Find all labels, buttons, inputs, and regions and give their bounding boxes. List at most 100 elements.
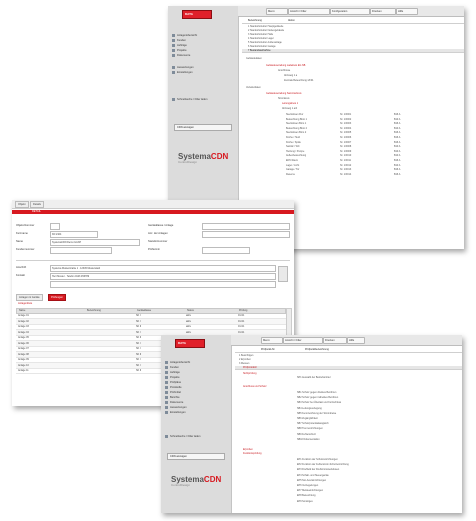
circuit-name[interactable]: Küche / Spüle xyxy=(286,141,301,144)
checklist-item[interactable]: SB5 Kennzeichnung der Stromkreise xyxy=(297,412,336,415)
notes-field[interactable] xyxy=(50,281,276,288)
circuit-name[interactable]: Garage / Tor xyxy=(286,168,299,171)
address-field[interactable]: Systema Musterstraße 1 · 12345 Mustersta… xyxy=(50,265,276,272)
group-subtitle[interactable]: Stromkreis xyxy=(278,97,289,100)
checklist-item[interactable]: EP7 Meldeeinrichtungen xyxy=(297,489,323,492)
group-item[interactable]: Abzweig 1 a xyxy=(284,74,297,77)
circuit-name[interactable]: EDV Raum xyxy=(286,159,298,162)
nav-item-reports[interactable]: Auswertungen xyxy=(172,66,194,70)
tree-item[interactable]: 6 Standortstruktur Garage xyxy=(248,45,276,48)
nav-item[interactable]: Projekte xyxy=(165,376,180,380)
checklist-item[interactable]: EP6 Verriegelungen xyxy=(297,484,318,487)
toolbar-help-button[interactable]: Hilfe xyxy=(396,8,418,15)
tree-item[interactable]: 3 Messen xyxy=(239,362,249,365)
checklist-item[interactable]: SB7 Schutzpotentialausgleich xyxy=(297,422,329,425)
cdn-button[interactable]: CDN anzeigen xyxy=(174,124,232,131)
tree-item[interactable]: 1 Besichtigen xyxy=(239,354,253,357)
nav-item[interactable]: Protokolle xyxy=(165,386,182,390)
tree-item[interactable]: 2 Standortstruktur Nebengebäude xyxy=(248,29,284,32)
circuit-name[interactable]: Sanitär / WC xyxy=(286,145,300,148)
group-title[interactable]: Gebäudeverteilung Ladekreis EG NB xyxy=(266,64,305,67)
circuit-name[interactable]: Außenbeleuchtung xyxy=(286,154,306,157)
nav-item-documents[interactable]: Dokumente xyxy=(172,54,190,58)
tree-item[interactable]: 1 Standortstruktur Hauptgebäude xyxy=(248,25,283,28)
nav-item[interactable]: Dokumente xyxy=(165,401,183,405)
checklist-item[interactable]: EP1 Funktion der Schutzeinrichtungen xyxy=(297,458,338,461)
toolbar-config-button[interactable]: Konfiguration xyxy=(330,8,370,15)
nav-item[interactable]: Kunden xyxy=(165,366,179,370)
short-name-field[interactable]: KD 2104 xyxy=(50,231,98,238)
grid-header-name[interactable]: Name xyxy=(19,309,25,312)
checklist-item[interactable]: EP9 Sonstiges xyxy=(297,500,313,503)
nav-item-overview[interactable]: Anlagenübersicht xyxy=(172,34,197,38)
nav-item[interactable]: Prüfpläne xyxy=(165,381,181,385)
toolbar-menu-button[interactable]: Menü xyxy=(266,8,288,15)
refresh-icon[interactable] xyxy=(278,266,288,282)
checklist-item[interactable]: SB9 Fehlerschutz xyxy=(297,433,316,436)
checklist-item[interactable]: EP8 Beleuchtung xyxy=(297,494,315,497)
tree-item[interactable]: 4 Standortstruktur Lager xyxy=(248,37,274,40)
subtab-assets[interactable]: Anlagen & Geräte xyxy=(16,294,43,301)
toolbar-menu-button[interactable]: Menü xyxy=(261,337,283,344)
circuit-name[interactable]: Steckdosen Büro 2 xyxy=(286,131,306,134)
tree-item[interactable]: 3 Standortstruktur Halle xyxy=(248,33,273,36)
checklist-item[interactable]: EP3 Drehfeld der Drehstromsteckdosen xyxy=(297,468,339,471)
checklist-item[interactable]: SB4 Leitungsverlegung xyxy=(297,407,322,410)
circuit-name[interactable]: Beleuchtung Büro 2 xyxy=(286,127,307,130)
circuit-name[interactable]: Heizung / Pumpe xyxy=(286,150,304,153)
checklist-item[interactable]: SB10 Dokumentation xyxy=(297,438,320,441)
name-field[interactable]: SystemaCDN Demo GmbH xyxy=(50,239,140,246)
toolbar-view-button[interactable]: Ansicht / Filter xyxy=(288,8,330,15)
group-item[interactable]: Anschlüsse xyxy=(278,69,290,72)
selected-row[interactable] xyxy=(235,366,462,370)
grid-header-status[interactable]: Status xyxy=(187,309,194,312)
group-item[interactable]: Abzweig 1 a/4 xyxy=(282,107,297,110)
tab-details[interactable]: Details xyxy=(30,201,44,208)
nav-item-projects[interactable]: Projekte xyxy=(172,49,187,53)
grid-header-class[interactable]: Geräteklasse xyxy=(137,309,151,312)
contact-field[interactable]: Herr Muster · Telefon 0123 456789 xyxy=(50,273,276,280)
group-item[interactable]: Leitungskreis 1 xyxy=(282,102,298,105)
checklist-item[interactable]: SB8 Trennvorrichtungen xyxy=(297,427,323,430)
asset-class-field[interactable] xyxy=(202,223,290,230)
toolbar-view-button[interactable]: Ansicht / Filter xyxy=(283,337,323,344)
checklist-item[interactable]: EP4 Schalt- und Steuergeräte xyxy=(297,474,329,477)
circuit-name[interactable]: Küche / Herd xyxy=(286,136,300,139)
tree-item[interactable]: 5 Standortstruktur Außenanlage xyxy=(248,41,282,44)
quick-search-link[interactable]: Schnellsuche / Filter laden xyxy=(165,435,200,439)
nav-item-orders[interactable]: Aufträge xyxy=(172,44,187,48)
checklist-item[interactable]: SP1 Auswahl der Betriebsmittel xyxy=(297,376,330,379)
nav-item[interactable]: Prüfmittel xyxy=(165,391,181,395)
tab-object[interactable]: Objekt xyxy=(15,201,29,208)
group-item[interactable]: Zentrale Beleuchtung 1/F01 xyxy=(284,79,314,82)
nav-item[interactable]: Anlagenübersicht xyxy=(165,361,190,365)
nav-item-customers[interactable]: Kunden xyxy=(172,39,186,43)
checklist-item[interactable]: SB1 Schutz gegen direktes Berühren xyxy=(297,391,336,394)
inspection-date-field[interactable] xyxy=(202,247,250,254)
circuit-name[interactable]: Beleuchtung Büro 1 xyxy=(286,118,307,121)
checklist-item[interactable]: EP2 Funktion der Fehlerstrom-Schutzeinri… xyxy=(297,463,349,466)
group-function-test[interactable]: Funktionsprüfung xyxy=(243,452,261,455)
object-number-field[interactable] xyxy=(50,223,60,230)
cdn-button[interactable]: CDN anzeigen xyxy=(167,453,225,460)
nav-item[interactable]: Auswertungen xyxy=(165,406,187,410)
circuit-name[interactable]: Steckdosen Flur xyxy=(286,113,303,116)
nav-item[interactable]: Aufträge xyxy=(165,371,180,375)
subtab-inspections[interactable]: Prüfungen xyxy=(48,294,66,301)
group-visual[interactable]: Sichtprüfung xyxy=(243,372,256,375)
group-connection[interactable]: Anschluss und Schutz xyxy=(243,385,267,388)
checklist-item[interactable]: SB6 Zugänglichkeit xyxy=(297,417,318,420)
group-testing[interactable]: Erproben xyxy=(243,448,253,451)
grid-header-inspection[interactable]: Prüfung xyxy=(239,309,247,312)
quick-search-link[interactable]: Schnellsuche / Filter laden xyxy=(172,98,207,102)
grid-header-description[interactable]: Bezeichnung xyxy=(87,309,101,312)
selected-row[interactable] xyxy=(242,49,464,53)
nav-item-settings[interactable]: Einstellungen xyxy=(172,71,193,75)
nav-item[interactable]: Berichte xyxy=(165,396,180,400)
customer-number-field[interactable] xyxy=(50,247,112,254)
circuit-name[interactable]: Reserve xyxy=(286,173,295,176)
tree-item-selected[interactable]: Prüfprotokoll xyxy=(243,366,256,369)
circuit-name[interactable]: Steckdosen Büro 1 xyxy=(286,122,306,125)
tree-item-selected[interactable]: 7 Bestandsaufnahme xyxy=(248,49,271,52)
toolbar-print-button[interactable]: Drucken xyxy=(370,8,396,15)
